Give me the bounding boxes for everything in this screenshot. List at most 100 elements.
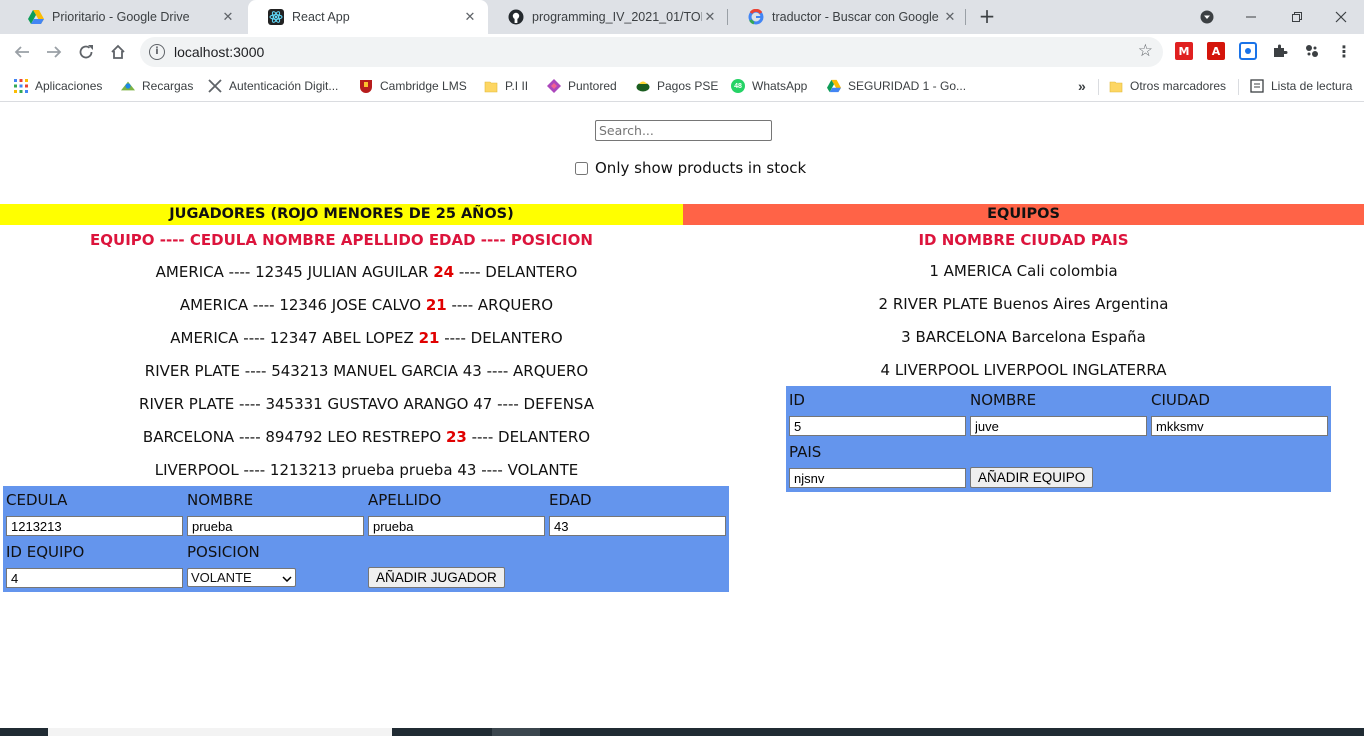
github-icon bbox=[508, 9, 524, 25]
new-tab-button[interactable]: + bbox=[976, 5, 998, 27]
browser-menu-icon[interactable]: ⋮ bbox=[1335, 42, 1353, 61]
home-icon[interactable] bbox=[106, 40, 130, 64]
bookmarks-bar: Aplicaciones Recargas Autenticación Digi… bbox=[0, 71, 1364, 102]
search-input[interactable] bbox=[595, 120, 772, 141]
puntored-icon bbox=[547, 79, 561, 93]
equipo-row: 2 RIVER PLATE Buenos Aires Argentina bbox=[878, 295, 1169, 313]
jugador-info: LIVERPOOL ---- 1213213 prueba prueba bbox=[154, 461, 453, 479]
tab-google-drive[interactable]: Prioritario - Google Drive ✕ bbox=[8, 0, 246, 34]
jugador-row: AMERICA ---- 12347 ABEL LOPEZ 21 ---- DE… bbox=[0, 329, 733, 347]
jugador-edad: 21 bbox=[418, 329, 440, 347]
bookmark-label: Aplicaciones bbox=[35, 79, 103, 93]
autenticacion-icon bbox=[208, 79, 222, 93]
cedula-input[interactable] bbox=[6, 516, 183, 536]
tab-label: Prioritario - Google Drive bbox=[52, 10, 190, 24]
bookmark-recargas[interactable]: Recargas bbox=[121, 77, 193, 95]
chevron-down-icon bbox=[282, 570, 292, 585]
jugador-form: CEDULA NOMBRE APELLIDO EDAD ID EQUIPO PO… bbox=[3, 486, 729, 592]
mendeley-extension-icon[interactable]: M bbox=[1175, 42, 1193, 60]
restore-icon[interactable] bbox=[1274, 0, 1320, 34]
close-tab-icon[interactable]: ✕ bbox=[220, 9, 236, 25]
react-icon bbox=[268, 9, 284, 25]
forward-arrow-icon[interactable] bbox=[42, 40, 66, 64]
bookmark-label: Autenticación Digit... bbox=[229, 79, 339, 93]
tab-github[interactable]: programming_IV_2021_01/TODO ✕ bbox=[488, 0, 728, 34]
bookmark-seguridad[interactable]: SEGURIDAD 1 - Go... bbox=[827, 77, 966, 95]
bookmark-otros-marcadores[interactable]: Otros marcadores bbox=[1109, 77, 1226, 95]
bookmark-pagos-pse[interactable]: Pagos PSE bbox=[636, 77, 718, 95]
jugador-row: RIVER PLATE ---- 345331 GUSTAVO ARANGO 4… bbox=[0, 395, 733, 413]
bookmark-label: WhatsApp bbox=[752, 79, 808, 93]
reading-list-button[interactable]: Lista de lectura bbox=[1250, 77, 1352, 95]
jugadores-header: JUGADORES (ROJO MENORES DE 25 AÑOS) bbox=[0, 204, 683, 225]
nombre-input[interactable] bbox=[187, 516, 364, 536]
bookmark-autenticacion[interactable]: Autenticación Digit... bbox=[208, 77, 338, 95]
tab-google-search[interactable]: traductor - Buscar con Google ✕ bbox=[728, 0, 968, 34]
add-equipo-button[interactable]: AÑADIR EQUIPO bbox=[970, 467, 1094, 488]
close-window-icon[interactable] bbox=[1318, 0, 1364, 34]
jugador-edad: 43 bbox=[462, 362, 482, 380]
bookmarks-overflow-button[interactable]: » bbox=[1078, 77, 1086, 95]
cambridge-icon bbox=[359, 79, 373, 93]
bookmark-puntored[interactable]: Puntored bbox=[547, 77, 617, 95]
posicion-select[interactable]: VOLANTE bbox=[187, 568, 296, 587]
bookmark-label: Otros marcadores bbox=[1130, 79, 1227, 93]
taskbar-item[interactable] bbox=[492, 728, 540, 736]
jugador-edad: 47 bbox=[473, 395, 493, 413]
bookmark-label: SEGURIDAD 1 - Go... bbox=[848, 79, 967, 93]
google-icon bbox=[748, 9, 764, 25]
id-equipo-input[interactable] bbox=[6, 568, 183, 588]
close-tab-icon[interactable]: ✕ bbox=[702, 9, 718, 25]
equipos-column-headers: ID NOMBRE CIUDAD PAIS bbox=[918, 231, 1129, 249]
stock-checkbox[interactable] bbox=[575, 161, 588, 175]
apellido-input[interactable] bbox=[368, 516, 545, 536]
ciudad-input[interactable] bbox=[1151, 416, 1328, 436]
jugador-info: AMERICA ---- 12345 JULIAN AGUILAR bbox=[155, 263, 429, 281]
close-tab-icon[interactable]: ✕ bbox=[462, 9, 478, 25]
tab-search-icon[interactable] bbox=[1184, 0, 1230, 34]
back-arrow-icon[interactable] bbox=[10, 40, 34, 64]
bookmark-star-icon[interactable]: ☆ bbox=[1138, 41, 1153, 61]
screen-capture-extension-icon[interactable] bbox=[1239, 42, 1257, 60]
apps-grid-icon bbox=[14, 79, 28, 93]
stock-filter[interactable]: Only show products in stock bbox=[575, 159, 806, 177]
edad-input[interactable] bbox=[549, 516, 726, 536]
bookmark-whatsapp[interactable]: 48 WhatsApp bbox=[731, 77, 807, 95]
add-jugador-button[interactable]: AÑADIR JUGADOR bbox=[368, 567, 505, 588]
jugador-posicion: ---- DEFENSA bbox=[497, 395, 594, 413]
browser-tab-strip: Prioritario - Google Drive ✕ React App ✕… bbox=[0, 0, 1364, 34]
edad-label: EDAD bbox=[549, 491, 592, 509]
site-info-icon[interactable]: i bbox=[149, 44, 165, 60]
tab-label: programming_IV_2021_01/TODO bbox=[532, 10, 702, 24]
equipos-header: EQUIPOS bbox=[683, 204, 1364, 225]
nombre-label: NOMBRE bbox=[970, 391, 1037, 409]
jugadores-column-headers: EQUIPO ---- CEDULA NOMBRE APELLIDO EDAD … bbox=[90, 231, 593, 249]
nombre-equipo-input[interactable] bbox=[970, 416, 1147, 436]
taskbar-search-box[interactable] bbox=[48, 728, 392, 736]
pdf-extension-icon[interactable]: A bbox=[1207, 42, 1225, 60]
reload-icon[interactable] bbox=[74, 40, 98, 64]
jugador-info: RIVER PLATE ---- 543213 MANUEL GARCIA bbox=[144, 362, 458, 380]
profile-avatar[interactable] bbox=[1303, 42, 1321, 60]
jugador-edad: 43 bbox=[457, 461, 477, 479]
tab-react-app[interactable]: React App ✕ bbox=[248, 0, 488, 34]
bookmark-pi-ii[interactable]: P.I II bbox=[484, 77, 528, 95]
minimize-icon[interactable] bbox=[1228, 0, 1274, 34]
whatsapp-icon: 48 bbox=[731, 79, 745, 93]
jugador-info: BARCELONA ---- 894792 LEO RESTREPO bbox=[142, 428, 442, 446]
recargas-icon bbox=[121, 79, 135, 93]
close-tab-icon[interactable]: ✕ bbox=[942, 9, 958, 25]
reading-list-icon bbox=[1250, 79, 1264, 93]
posicion-selected-value: VOLANTE bbox=[191, 570, 252, 585]
bookmark-divider bbox=[1098, 79, 1099, 95]
bookmark-aplicaciones[interactable]: Aplicaciones bbox=[14, 77, 102, 95]
bookmark-cambridge[interactable]: Cambridge LMS bbox=[359, 77, 467, 95]
jugador-posicion: ---- ARQUERO bbox=[486, 362, 589, 380]
extensions-puzzle-icon[interactable] bbox=[1271, 42, 1289, 60]
jugador-row: RIVER PLATE ---- 543213 MANUEL GARCIA 43… bbox=[0, 362, 733, 380]
address-bar[interactable]: i localhost:3000 ☆ bbox=[140, 37, 1163, 67]
pais-input[interactable] bbox=[789, 468, 966, 488]
id-input[interactable] bbox=[789, 416, 966, 436]
jugador-posicion: ---- DELANTERO bbox=[444, 329, 563, 347]
bookmark-label: Recargas bbox=[142, 79, 194, 93]
